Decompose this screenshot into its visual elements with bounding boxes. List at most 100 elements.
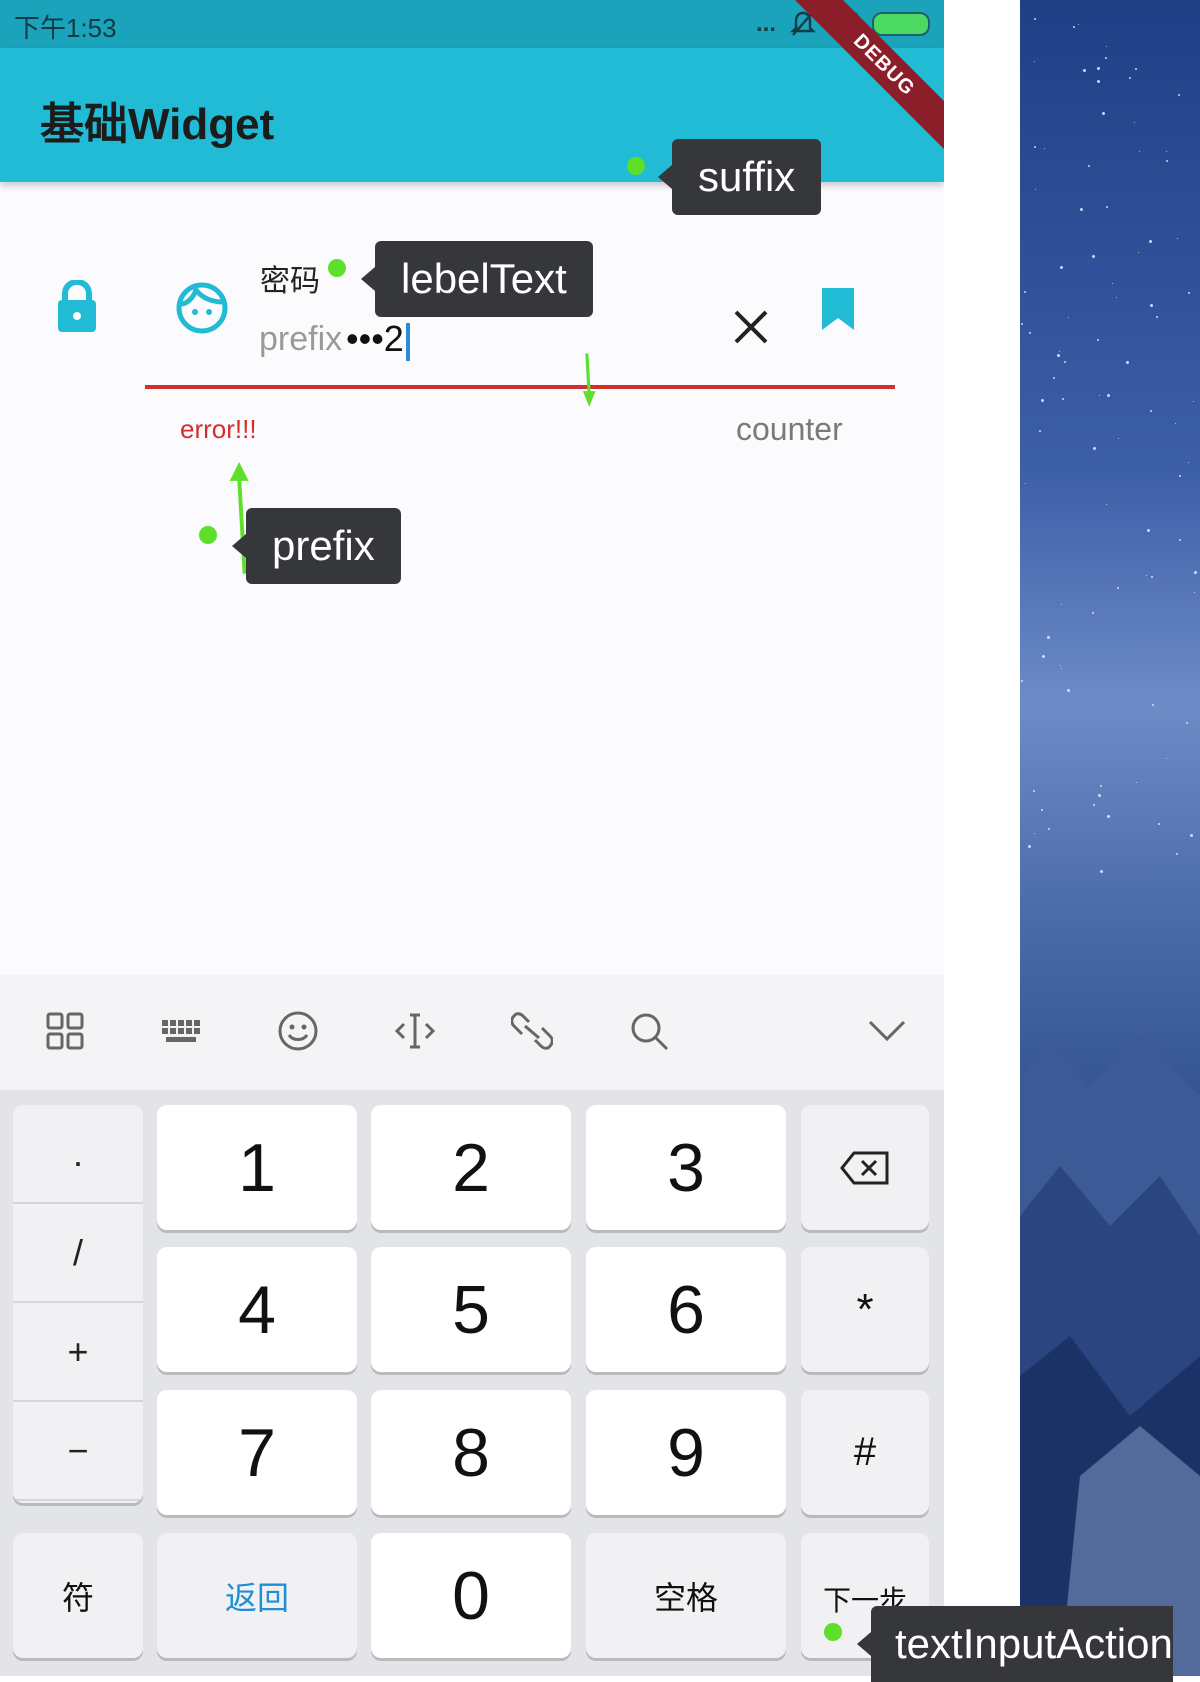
star-dot <box>1106 46 1107 47</box>
cursor-move-icon[interactable] <box>394 1010 436 1052</box>
label-text-callout: lebelText <box>361 241 593 317</box>
star-dot <box>1021 680 1023 682</box>
key-2[interactable]: 2 <box>371 1105 571 1230</box>
key-4[interactable]: 4 <box>157 1247 357 1372</box>
bookmark-icon[interactable] <box>820 286 856 332</box>
space-key[interactable]: 空格 <box>586 1533 786 1658</box>
star-dot <box>1053 377 1055 379</box>
star-dot <box>1116 297 1117 298</box>
key-6[interactable]: 6 <box>586 1247 786 1372</box>
star-dot <box>1062 398 1064 400</box>
key-7[interactable]: 7 <box>157 1390 357 1515</box>
status-dots: ... <box>755 10 776 37</box>
symbol-key-plus[interactable]: + <box>13 1303 143 1402</box>
star-dot <box>1092 255 1095 258</box>
link-icon[interactable] <box>511 1010 553 1052</box>
star-dot <box>1176 853 1178 855</box>
gap <box>944 0 1020 1676</box>
suffix-callout-text: suffix <box>698 153 796 200</box>
hash-key[interactable]: # <box>801 1390 929 1515</box>
star-dot <box>1107 815 1110 818</box>
star-dot <box>1061 668 1062 669</box>
symbols-mode-key[interactable]: 符 <box>13 1533 143 1658</box>
text-input-action-dot <box>824 1623 842 1641</box>
star-dot <box>1158 823 1160 825</box>
star-dot <box>1194 592 1195 593</box>
star-dot <box>1188 292 1190 294</box>
star-dot <box>1190 834 1193 837</box>
back-key[interactable]: 返回 <box>157 1533 357 1658</box>
star-dot <box>1166 151 1167 152</box>
star-dot <box>1067 689 1070 692</box>
star-dot <box>1039 430 1041 432</box>
close-icon[interactable] <box>732 308 770 346</box>
prefix-callout: prefix <box>232 508 401 584</box>
label-text-dot <box>328 259 346 277</box>
star-dot <box>1028 845 1031 848</box>
star-dot <box>1073 26 1075 28</box>
prefix-dot <box>199 526 217 544</box>
error-text: error!!! <box>180 414 257 444</box>
key-0[interactable]: 0 <box>371 1533 571 1658</box>
star-dot <box>1034 18 1036 20</box>
search-icon[interactable] <box>628 1010 670 1052</box>
star-dot <box>1117 587 1119 589</box>
star-dot <box>1139 151 1140 152</box>
star-dot <box>1106 206 1108 208</box>
star-dot <box>1078 24 1079 25</box>
star-key[interactable]: * <box>801 1247 929 1372</box>
keyboard-toolbar <box>0 975 944 1090</box>
star-dot <box>1105 57 1107 59</box>
symbol-key-minus[interactable]: − <box>13 1402 143 1501</box>
star-dot <box>1060 266 1063 269</box>
chevron-down-icon[interactable] <box>866 1010 908 1052</box>
star-dot <box>1035 189 1036 190</box>
star-dot <box>1112 283 1113 284</box>
key-5[interactable]: 5 <box>371 1247 571 1372</box>
star-dot <box>1193 401 1194 402</box>
star-dot <box>1177 238 1178 239</box>
grid-icon[interactable] <box>44 1010 86 1052</box>
face-icon <box>176 282 228 334</box>
keyboard-icon[interactable] <box>160 1010 202 1052</box>
star-dot <box>1025 483 1026 484</box>
symbol-key-dot[interactable]: . <box>13 1105 143 1204</box>
star-dot <box>1129 77 1131 79</box>
star-dot <box>1021 323 1023 325</box>
star-dot <box>1152 704 1154 706</box>
key-9[interactable]: 9 <box>586 1390 786 1515</box>
password-input[interactable]: •••2 <box>346 318 404 360</box>
battery-icon <box>872 12 930 36</box>
star-dot <box>1134 122 1135 123</box>
star-dot <box>1100 870 1103 873</box>
star-dot <box>1034 61 1035 62</box>
emoji-icon[interactable] <box>277 1010 319 1052</box>
symbol-key-slash[interactable]: / <box>13 1204 143 1303</box>
label-text-callout-text: lebelText <box>401 255 567 302</box>
star-dot <box>1034 833 1035 834</box>
star-dot <box>1034 146 1036 148</box>
star-dot <box>1024 291 1026 293</box>
star-dot <box>1088 165 1090 167</box>
star-dot <box>1175 423 1176 424</box>
star-dot <box>1135 68 1137 70</box>
key-1[interactable]: 1 <box>157 1105 357 1230</box>
star-dot <box>1041 399 1044 402</box>
star-dot <box>1107 394 1110 397</box>
status-time: 下午1:53 <box>14 13 117 43</box>
backspace-key[interactable] <box>801 1105 929 1230</box>
star-dot <box>1149 240 1152 243</box>
star-dot <box>1126 361 1129 364</box>
key-3[interactable]: 3 <box>586 1105 786 1230</box>
symbol-column[interactable]: . / + − <box>13 1105 143 1503</box>
star-dot <box>1060 665 1061 666</box>
key-8[interactable]: 8 <box>371 1390 571 1515</box>
star-dot <box>1178 94 1180 96</box>
suffix-dot <box>627 157 645 175</box>
text-input-action-callout-text: textInputAction <box>895 1620 1173 1667</box>
star-dot <box>1147 529 1150 532</box>
star-dot <box>1059 351 1060 352</box>
text-cursor <box>406 323 410 361</box>
star-dot <box>1150 304 1153 307</box>
star-dot <box>1099 81 1100 82</box>
